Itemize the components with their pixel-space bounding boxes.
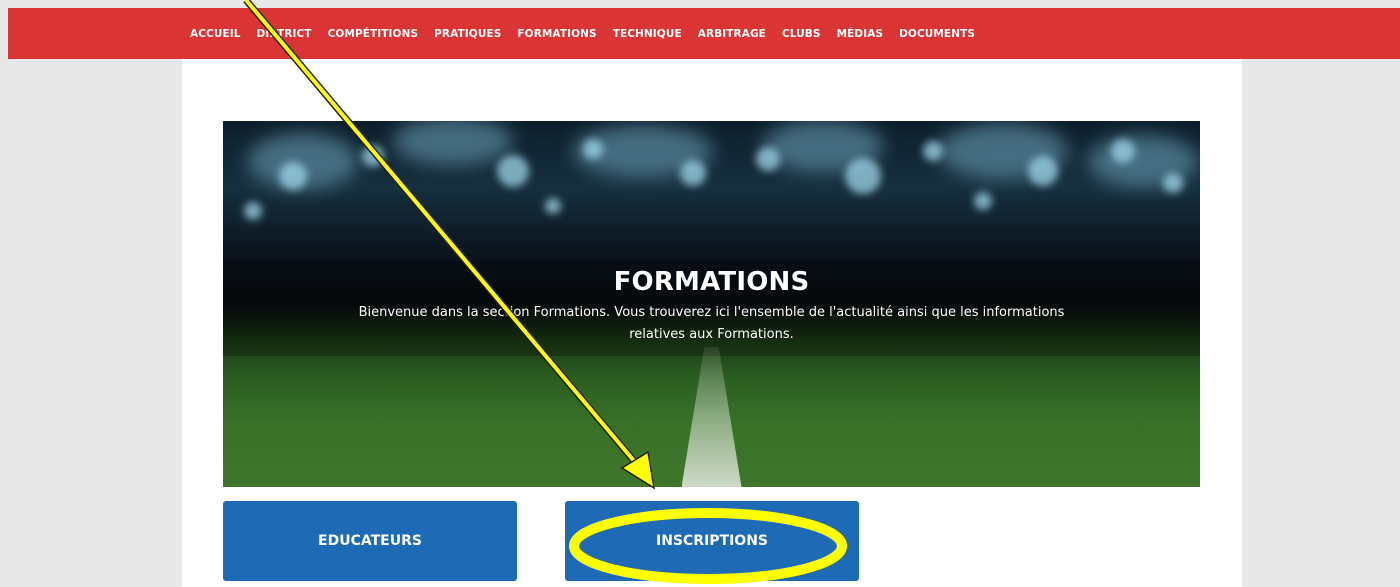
nav-item-clubs[interactable]: CLUBS [782, 28, 821, 40]
hero-title: FORMATIONS [613, 267, 810, 297]
hero-banner: FORMATIONS Bienvenue dans la section For… [223, 121, 1200, 487]
hero-description: Bienvenue dans la section Formations. Vo… [358, 305, 1065, 342]
nav-item-accueil[interactable]: ACCUEIL [190, 28, 241, 40]
nav-item-district[interactable]: DISTRICT [257, 28, 312, 40]
nav-item-arbitrage[interactable]: ARBITRAGE [698, 28, 766, 40]
nav-item-documents[interactable]: DOCUMENTS [899, 28, 975, 40]
pitch-center-line [681, 347, 742, 487]
nav-item-technique[interactable]: TECHNIQUE [613, 28, 682, 40]
main-content: FORMATIONS Bienvenue dans la section For… [182, 59, 1242, 587]
inscriptions-button[interactable]: INSCRIPTIONS [565, 501, 859, 581]
top-navigation-bar: ACCUEIL DISTRICT COMPÉTITIONS PRATIQUES … [8, 8, 1400, 59]
nav-item-competitions[interactable]: COMPÉTITIONS [328, 28, 419, 40]
educateurs-button[interactable]: EDUCATEURS [223, 501, 517, 581]
nav-menu: ACCUEIL DISTRICT COMPÉTITIONS PRATIQUES … [190, 8, 991, 59]
nav-item-formations[interactable]: FORMATIONS [517, 28, 596, 40]
nav-item-pratiques[interactable]: PRATIQUES [434, 28, 501, 40]
nav-item-medias[interactable]: MÉDIAS [837, 28, 884, 40]
